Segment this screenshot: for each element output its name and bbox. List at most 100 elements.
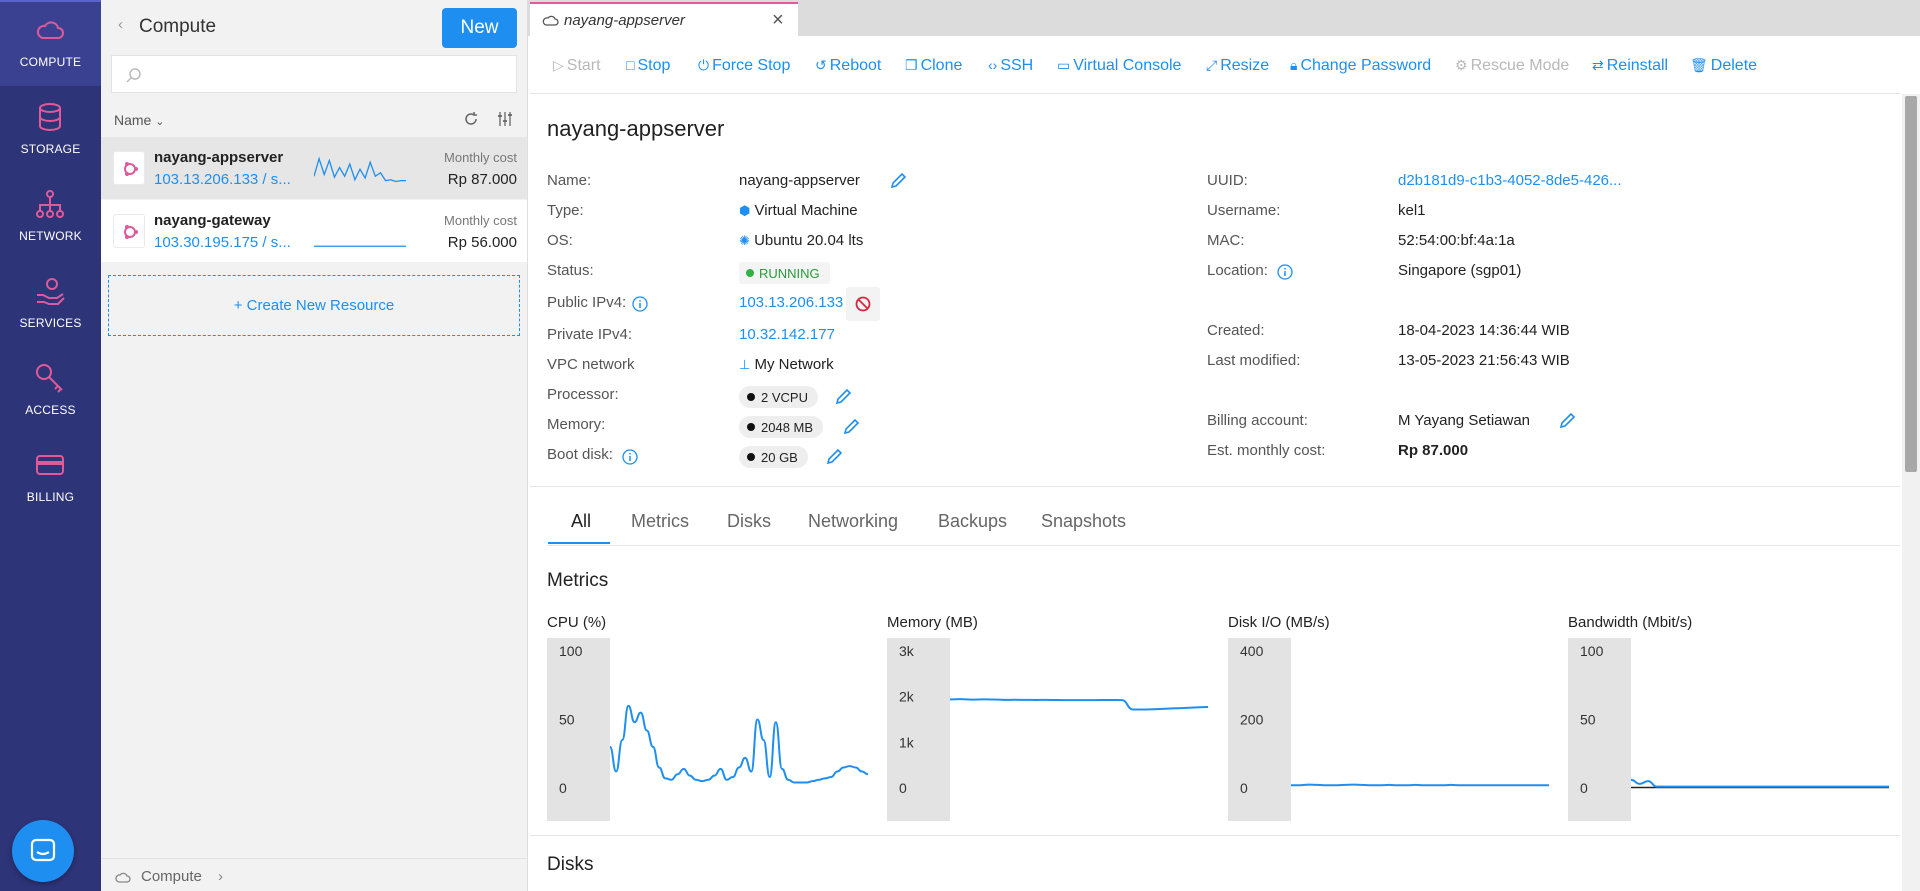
edit-boot-disk-pencil-icon[interactable] [825,448,843,466]
monthly-cost-value: Rp 56.000 [447,234,517,251]
tab-networking[interactable]: Networking [808,511,898,532]
back-chevron-icon[interactable]: ‹ [118,16,123,33]
boot-disk-chip: 20 GB [739,446,808,468]
nav-billing[interactable]: BILLING [0,435,101,521]
tab-backups[interactable]: Backups [938,511,1007,532]
tab-all[interactable]: All [571,511,591,532]
resource-item-gateway[interactable]: nayang-gateway 103.30.195.175 / s... Mon… [101,200,527,262]
start-button[interactable]: ▷ Start [553,44,601,86]
info-icon[interactable] [1277,264,1293,280]
cloud-icon [115,872,131,883]
reinstall-button[interactable]: ⇄ Reinstall [1592,44,1668,86]
resource-name: nayang-gateway [154,212,271,229]
trash-icon: 🗑︎ [1690,57,1708,73]
y-tick-label: 50 [1580,712,1596,728]
new-resource-button[interactable]: New [442,8,517,48]
created-label: Created: [1207,322,1265,339]
cpu-chart-plot: 100 50 0 [547,638,869,821]
tab-appserver[interactable]: nayang-appserver × [530,2,798,36]
create-resource-button[interactable]: + Create New Resource [108,275,520,336]
nav-services-label: SERVICES [19,316,82,330]
chart-title: Memory (MB) [887,614,978,631]
public-ipv4-link[interactable]: 103.13.206.133 [739,294,843,311]
y-axis-band [1568,638,1631,821]
ssh-button[interactable]: ‹› SSH [988,44,1033,86]
sort-label: Name [114,112,152,128]
active-tab-indicator [548,542,610,544]
resize-button[interactable]: ⤢ Resize [1206,44,1269,86]
edit-processor-pencil-icon[interactable] [834,388,852,406]
key-icon [36,364,63,393]
created-value: 18-04-2023 14:36:44 WIB [1398,322,1570,339]
nav-compute[interactable]: COMPUTE [0,0,101,86]
os-text: Ubuntu 20.04 lts [754,232,864,249]
scrollbar-thumb[interactable] [1905,96,1917,472]
chevron-right-icon: › [218,868,223,885]
virtual-console-label: Virtual Console [1073,57,1182,74]
rescue-mode-button[interactable]: ⚙ Rescue Mode [1455,44,1569,86]
chart-series-line [949,698,1209,711]
y-tick-label: 400 [1240,643,1264,659]
refresh-icon[interactable] [462,110,480,128]
uuid-label: UUID: [1207,172,1248,189]
edit-name-pencil-icon[interactable] [889,172,907,190]
est-monthly-cost-label: Est. monthly cost: [1207,442,1326,459]
processor-label: Processor: [547,386,619,403]
reboot-icon: ↺ [815,57,827,73]
divider [530,93,1900,94]
force-stop-label: Force Stop [712,57,791,74]
filter-settings-icon[interactable] [496,110,514,128]
force-stop-button[interactable]: ⏻ Force Stop [698,44,790,86]
info-icon[interactable] [622,449,638,465]
reinstall-label: Reinstall [1606,57,1669,74]
resize-label: Resize [1220,57,1270,74]
nav-network[interactable]: NETWORK [0,174,101,260]
chart-title: Bandwidth (Mbit/s) [1568,614,1693,631]
power-icon: ⏻ [698,57,710,73]
delete-button[interactable]: 🗑︎ Delete [1690,44,1757,86]
location-value: Singapore (sgp01) [1398,262,1522,279]
nav-access-label: ACCESS [25,403,76,417]
nav-storage[interactable]: STORAGE [0,87,101,173]
name-value: nayang-appserver [739,172,860,189]
close-tab-icon[interactable]: × [772,9,784,32]
tab-snapshots[interactable]: Snapshots [1041,511,1126,532]
edit-billing-pencil-icon[interactable] [1558,412,1576,430]
tab-disks[interactable]: Disks [727,511,771,532]
reboot-button[interactable]: ↺ Reboot [815,44,881,86]
nav-network-label: NETWORK [19,229,82,243]
cube-icon: ⬢ [739,203,751,218]
chat-button[interactable] [12,820,74,882]
public-ipv4-label: Public IPv4: [547,294,627,311]
rescue-mode-label: Rescue Mode [1470,57,1570,74]
change-password-button[interactable]: 🔒︎ Change Password [1290,44,1431,86]
memory-chip: 2048 MB [739,416,824,438]
sort-by-name[interactable]: Name ⌄ [114,112,164,128]
vpc-text: My Network [754,356,834,373]
tab-metrics[interactable]: Metrics [631,511,689,532]
nav-services[interactable]: SERVICES [0,261,101,347]
search-icon [126,68,141,83]
uuid-link[interactable]: d2b181d9-c1b3-4052-8de5-426... [1398,172,1622,189]
play-icon: ▷ [553,57,564,73]
info-icon[interactable] [632,296,648,312]
vpc-value: ⊥ My Network [739,356,834,373]
bandwidth-chart-plot: 100 50 0 [1568,638,1889,821]
stop-icon: □ [626,57,635,73]
sparkline-series [314,156,406,183]
status-badge: RUNNING [739,262,830,284]
detach-ip-button[interactable] [846,287,880,321]
resource-item-appserver[interactable]: nayang-appserver 103.13.206.133 / s... M… [101,137,527,199]
search-input[interactable] [152,60,507,88]
virtual-console-button[interactable]: ▭ Virtual Console [1057,44,1181,86]
divider [530,486,1900,487]
stop-button[interactable]: □ Stop [626,44,670,86]
private-ipv4-link[interactable]: 10.32.142.177 [739,326,835,343]
memory-chart: Memory (MB) 3k 2k 1k 0 [887,611,1212,821]
ubuntu-icon [113,151,145,185]
mac-value: 52:54:00:bf:4a:1a [1398,232,1515,249]
edit-memory-pencil-icon[interactable] [842,418,860,436]
breadcrumb-compute[interactable]: Compute [141,868,202,885]
clone-button[interactable]: ❐ Clone [905,44,962,86]
nav-access[interactable]: ACCESS [0,348,101,434]
